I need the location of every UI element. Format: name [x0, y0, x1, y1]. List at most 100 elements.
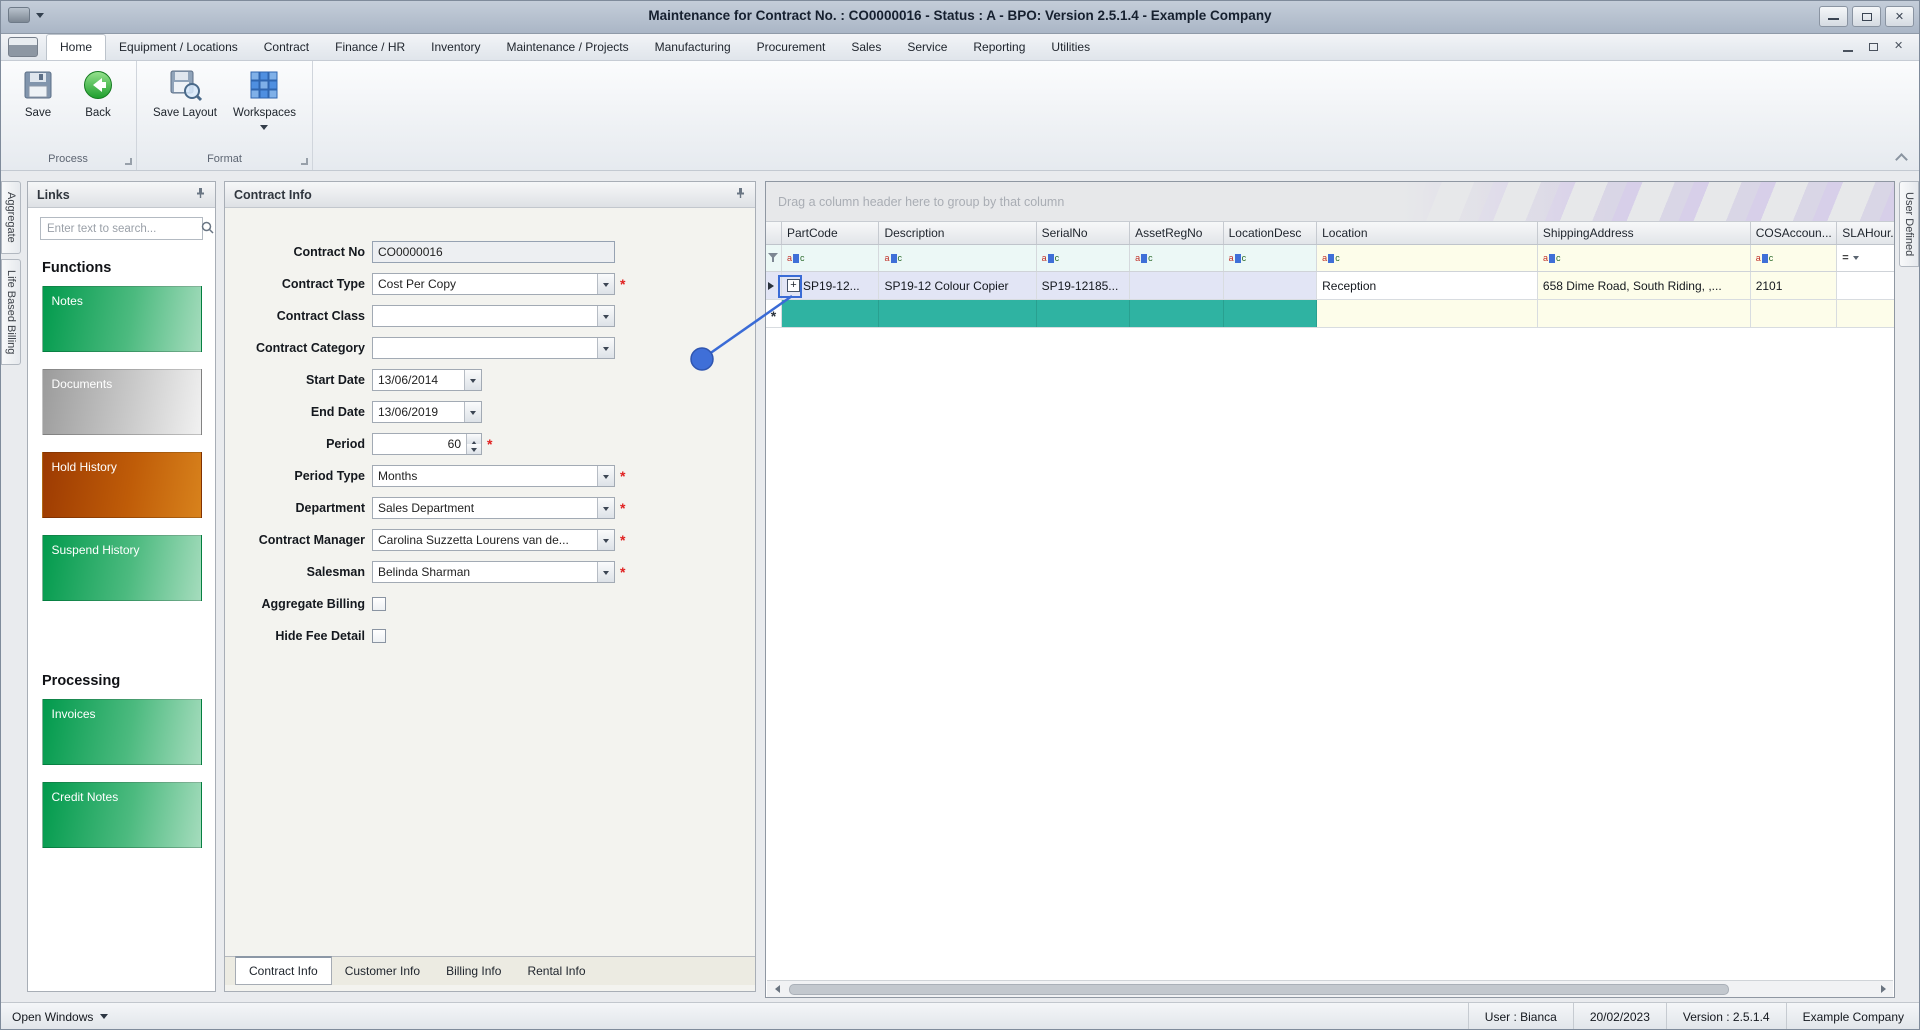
save-layout-button[interactable]: Save Layout — [147, 66, 223, 150]
grid-horizontal-scrollbar[interactable] — [767, 980, 1893, 997]
new-cell-location[interactable] — [1317, 300, 1538, 327]
spin-down-icon[interactable] — [467, 444, 481, 454]
mdi-minimize-icon[interactable] — [1842, 42, 1854, 52]
open-windows-button[interactable]: Open Windows — [0, 1010, 120, 1024]
contract-category-select[interactable] — [372, 337, 615, 359]
filter-cell-cosaccount[interactable] — [1750, 245, 1838, 271]
contract-type-select[interactable]: Cost Per Copy — [372, 273, 615, 295]
hide-fee-detail-checkbox[interactable] — [372, 629, 386, 643]
credit-notes-button[interactable]: Credit Notes — [41, 782, 202, 848]
filter-cell-location[interactable] — [1317, 245, 1538, 271]
chevron-down-icon[interactable] — [464, 370, 481, 390]
column-header-description[interactable]: Description — [879, 222, 1037, 244]
tab-finance-hr[interactable]: Finance / HR — [322, 35, 418, 60]
tab-rental-info[interactable]: Rental Info — [514, 957, 598, 985]
row-expand-button[interactable] — [786, 279, 800, 292]
suspend-history-button[interactable]: Suspend History — [41, 535, 202, 601]
new-cell-partcode[interactable] — [781, 300, 880, 327]
group-dialog-launcher-icon[interactable] — [301, 158, 308, 165]
start-date-picker[interactable]: 13/06/2014 — [372, 369, 482, 391]
chevron-down-icon[interactable] — [597, 562, 614, 582]
notes-button[interactable]: Notes — [41, 286, 202, 352]
filter-cell-shippingaddress[interactable] — [1537, 245, 1751, 271]
documents-button[interactable]: Documents — [41, 369, 202, 435]
cell-locationdesc[interactable] — [1223, 272, 1318, 299]
grid-data-row[interactable]: SP19-12... SP19-12 Colour Copier SP19-12… — [766, 272, 1894, 300]
hold-history-button[interactable]: Hold History — [41, 452, 202, 518]
tab-utilities[interactable]: Utilities — [1038, 35, 1103, 60]
dock-tab-aggregate[interactable]: Aggregate — [1, 181, 21, 254]
column-header-slahours[interactable]: SLAHour... — [1837, 222, 1894, 244]
grid-new-row[interactable] — [766, 300, 1894, 328]
tab-sales[interactable]: Sales — [838, 35, 894, 60]
new-cell-assetregno[interactable] — [1130, 300, 1224, 327]
column-header-location[interactable]: Location — [1317, 222, 1538, 244]
tab-billing-info[interactable]: Billing Info — [433, 957, 514, 985]
pin-icon[interactable] — [735, 187, 746, 202]
chevron-down-icon[interactable] — [597, 338, 614, 358]
minimize-button[interactable] — [1819, 6, 1848, 27]
grid-group-by-panel[interactable]: Drag a column header here to group by th… — [766, 182, 1894, 222]
tab-customer-info[interactable]: Customer Info — [332, 957, 433, 985]
search-input[interactable] — [47, 222, 201, 235]
chevron-down-icon[interactable] — [597, 466, 614, 486]
scrollbar-thumb[interactable] — [789, 983, 1729, 995]
close-button[interactable] — [1885, 6, 1914, 27]
restore-button[interactable] — [1852, 6, 1881, 27]
save-button[interactable]: Save — [10, 66, 66, 150]
chevron-down-icon[interactable] — [597, 274, 614, 294]
chevron-down-icon[interactable] — [597, 530, 614, 550]
tab-inventory[interactable]: Inventory — [418, 35, 493, 60]
filter-cell-assetregno[interactable] — [1130, 245, 1224, 271]
ribbon-collapse-icon[interactable] — [1896, 152, 1906, 162]
tab-reporting[interactable]: Reporting — [960, 35, 1038, 60]
tab-service[interactable]: Service — [894, 35, 960, 60]
salesman-select[interactable]: Belinda Sharman — [372, 561, 615, 583]
dock-tab-user-defined[interactable]: User Defined — [1899, 181, 1919, 268]
period-stepper[interactable]: 60 — [372, 433, 482, 455]
tab-procurement[interactable]: Procurement — [744, 35, 839, 60]
invoices-button[interactable]: Invoices — [41, 699, 202, 765]
cell-cosaccount[interactable]: 2101 — [1750, 272, 1838, 299]
application-logo-icon[interactable] — [8, 37, 38, 57]
filter-cell-description[interactable] — [879, 245, 1037, 271]
new-cell-shippingaddress[interactable] — [1537, 300, 1751, 327]
cell-serialno[interactable]: SP19-12185... — [1036, 272, 1131, 299]
contract-manager-select[interactable]: Carolina Suzzetta Lourens van de... — [372, 529, 615, 551]
new-cell-serialno[interactable] — [1036, 300, 1131, 327]
tab-manufacturing[interactable]: Manufacturing — [642, 35, 744, 60]
chevron-down-icon[interactable] — [597, 498, 614, 518]
scroll-right-icon[interactable] — [1877, 981, 1893, 997]
new-cell-description[interactable] — [879, 300, 1037, 327]
column-header-shippingaddress[interactable]: ShippingAddress — [1538, 222, 1751, 244]
dock-tab-life-based-billing[interactable]: Life Based Billing — [1, 259, 21, 366]
workspaces-button[interactable]: Workspaces — [227, 66, 302, 150]
back-button[interactable]: Back — [70, 66, 126, 150]
mdi-close-icon[interactable] — [1894, 39, 1906, 52]
new-cell-locationdesc[interactable] — [1223, 300, 1318, 327]
filter-cell-slahours[interactable] — [1837, 245, 1894, 271]
cell-slahours[interactable] — [1837, 272, 1894, 299]
filter-cell-locationdesc[interactable] — [1223, 245, 1318, 271]
new-cell-slahours[interactable] — [1837, 300, 1894, 327]
pin-icon[interactable] — [195, 187, 206, 202]
mdi-restore-icon[interactable] — [1868, 42, 1880, 52]
tab-home[interactable]: Home — [46, 34, 107, 60]
column-header-assetregno[interactable]: AssetRegNo — [1130, 222, 1224, 244]
filter-cell-serialno[interactable] — [1036, 245, 1131, 271]
cell-location[interactable]: Reception — [1317, 272, 1538, 299]
scroll-left-icon[interactable] — [767, 981, 783, 997]
period-type-select[interactable]: Months — [372, 465, 615, 487]
contract-class-select[interactable] — [372, 305, 615, 327]
group-dialog-launcher-icon[interactable] — [125, 158, 132, 165]
aggregate-billing-checkbox[interactable] — [372, 597, 386, 611]
tab-contract[interactable]: Contract — [251, 35, 322, 60]
column-header-serialno[interactable]: SerialNo — [1037, 222, 1131, 244]
contract-no-field[interactable]: CO0000016 — [372, 241, 615, 263]
filter-cell-partcode[interactable] — [782, 245, 880, 271]
cell-partcode[interactable]: SP19-12... — [781, 272, 880, 299]
chevron-down-icon[interactable] — [464, 402, 481, 422]
tab-equipment-locations[interactable]: Equipment / Locations — [106, 35, 251, 60]
column-header-locationdesc[interactable]: LocationDesc — [1224, 222, 1318, 244]
column-header-partcode[interactable]: PartCode — [782, 222, 880, 244]
